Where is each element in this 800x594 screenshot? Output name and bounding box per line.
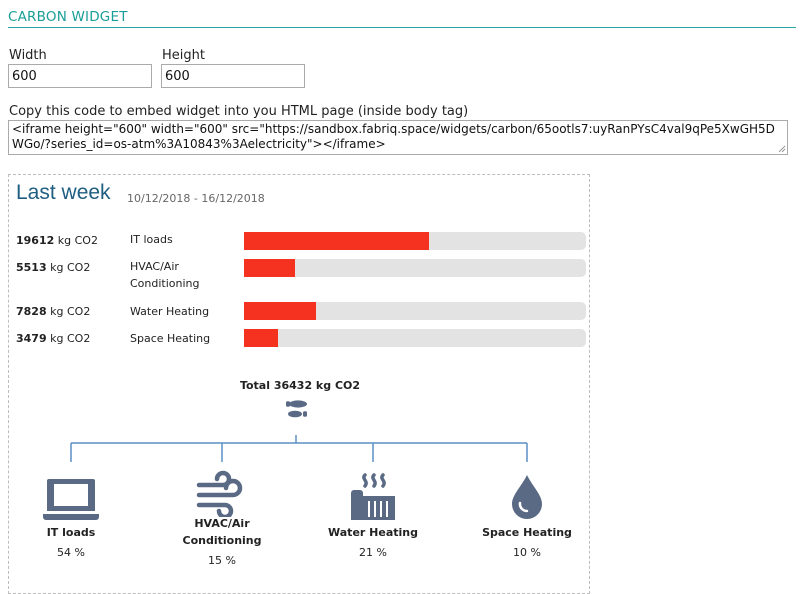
row-value: 5513 kg CO2: [16, 261, 90, 274]
row-value-number: 5513: [16, 261, 47, 274]
row-bar: [244, 259, 586, 277]
row-name: HVAC/Air Conditioning: [130, 260, 200, 290]
category-space-heating: Space Heating 10 %: [452, 524, 602, 561]
row-value-number: 3479: [16, 332, 47, 345]
row-name: Water Heating: [130, 305, 210, 318]
resize-grip-icon[interactable]: [778, 145, 786, 153]
category-hvac: HVAC/Air Conditioning 15 %: [147, 515, 297, 569]
row-value: 19612 kg CO2: [16, 234, 98, 247]
row-value: 7828 kg CO2: [16, 305, 90, 318]
laptop-icon: [43, 479, 99, 520]
category-water-heating: Water Heating 21 %: [298, 524, 448, 561]
category-name: Space Heating: [482, 526, 572, 539]
footprints-icon: [286, 400, 307, 418]
row-bar-fill: [244, 259, 296, 277]
page-header: CARBON WIDGET: [8, 6, 796, 28]
row-bar-fill: [244, 329, 279, 347]
category-name: Water Heating: [328, 526, 418, 539]
total-co2: Total 36432 kg CO2: [239, 379, 361, 392]
date-range: 10/12/2018 - 16/12/2018: [127, 192, 265, 205]
category-percent: 10 %: [513, 546, 541, 559]
carbon-widget-preview: Last week 10/12/2018 - 16/12/2018 19612 …: [8, 174, 590, 594]
embed-code-textarea[interactable]: <iframe height="600" width="600" src="ht…: [8, 120, 788, 155]
row-bar: [244, 329, 586, 347]
category-percent: 15 %: [208, 554, 236, 567]
category-percent: 54 %: [57, 546, 85, 559]
row-unit: kg CO2: [50, 305, 91, 318]
category-name: IT loads: [46, 526, 96, 539]
row-bar: [244, 302, 586, 320]
row-bar-fill: [244, 232, 429, 250]
row-unit: kg CO2: [57, 234, 98, 247]
row-value-number: 7828: [16, 305, 47, 318]
drop-icon: [512, 475, 542, 519]
row-unit: kg CO2: [50, 261, 91, 274]
water-heater-icon: [351, 473, 395, 520]
row-bar-fill: [244, 302, 316, 320]
page-title: CARBON WIDGET: [8, 9, 128, 25]
width-label: Width: [9, 48, 47, 63]
row-unit: kg CO2: [50, 332, 91, 345]
row-name: IT loads: [130, 233, 173, 246]
wind-icon: [196, 470, 243, 517]
row-name: Space Heating: [130, 332, 211, 345]
widget-title: Last week: [16, 181, 111, 204]
category-it-loads: IT loads 54 %: [0, 524, 146, 561]
category-name: HVAC/Air Conditioning: [182, 517, 262, 547]
height-input[interactable]: [161, 64, 305, 88]
breakdown-tree-lines: [70, 435, 528, 462]
row-value-number: 19612: [16, 234, 55, 247]
category-percent: 21 %: [359, 546, 387, 559]
width-input[interactable]: [8, 64, 152, 88]
embed-code-label: Copy this code to embed widget into you …: [9, 104, 469, 119]
height-label: Height: [162, 48, 205, 63]
row-value: 3479 kg CO2: [16, 332, 90, 345]
embed-code-text: <iframe height="600" width="600" src="ht…: [12, 122, 775, 151]
row-bar: [244, 232, 586, 250]
